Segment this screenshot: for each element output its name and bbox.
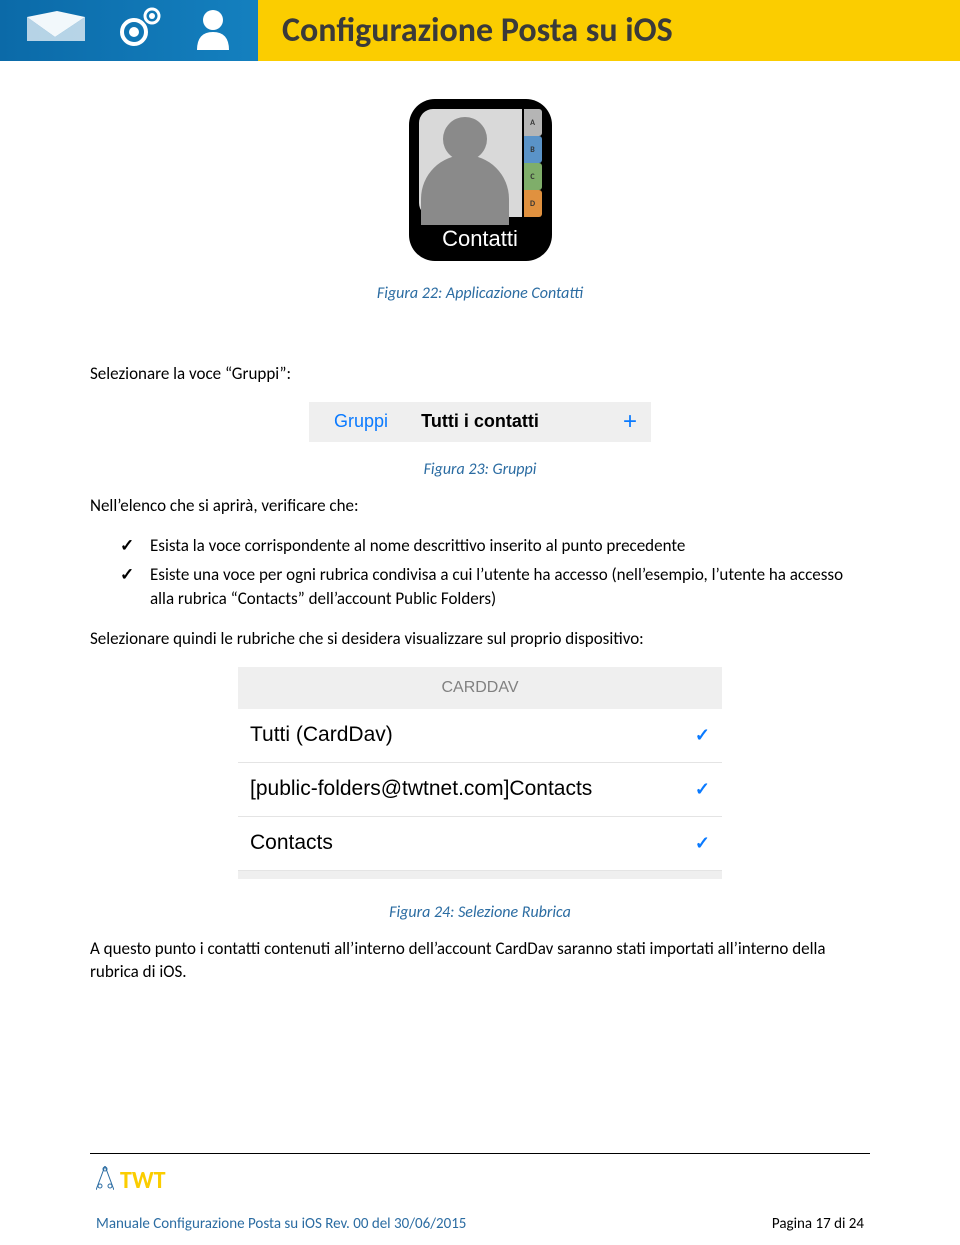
contacts-tab: B: [524, 136, 542, 163]
figure-24: CARDDAV Tutti (CardDav) ✓ [public-folder…: [90, 667, 870, 922]
mail-icon: [25, 9, 87, 52]
checklist-item: Esista la voce corrispondente al nome de…: [120, 534, 870, 559]
carddav-list: CARDDAV Tutti (CardDav) ✓ [public-folder…: [238, 667, 722, 879]
figure-23-caption: Figura 23: Gruppi: [90, 460, 870, 479]
checklist: Esista la voce corrispondente al nome de…: [90, 534, 870, 612]
carddav-row-label: Tutti (CardDav): [250, 723, 393, 747]
header-icon-strip: [0, 0, 258, 61]
carddav-row-label: [public-folders@twtnet.com]Contacts: [250, 777, 592, 801]
logo-icon: [96, 1166, 114, 1195]
check-icon: ✓: [695, 725, 710, 746]
paragraph-3: Selezionare quindi le rubriche che si de…: [90, 628, 870, 651]
footer-brand: TWT: [120, 1166, 166, 1195]
contacts-app-icon: A B C D Contatti: [409, 99, 552, 261]
contacts-tab: C: [524, 163, 542, 190]
check-icon: ✓: [695, 779, 710, 800]
footer-logo: TWT: [90, 1166, 870, 1195]
paragraph-1: Selezionare la voce “Gruppi”:: [90, 363, 870, 386]
carddav-row[interactable]: Contacts ✓: [238, 817, 722, 871]
figure-22-caption: Figura 22: Applicazione Contatti: [90, 284, 870, 303]
footer-divider: [90, 1153, 870, 1154]
paragraph-2: Nell’elenco che si aprirà, verificare ch…: [90, 495, 870, 518]
checklist-item: Esiste una voce per ogni rubrica condivi…: [120, 563, 870, 612]
figure-24-caption: Figura 24: Selezione Rubrica: [90, 903, 870, 922]
add-contact-button[interactable]: +: [623, 408, 637, 436]
paragraph-4: A questo punto i contatti contenuti all’…: [90, 938, 870, 984]
navbar-title: Tutti i contatti: [309, 411, 651, 432]
page-header: Configurazione Posta su iOS: [0, 0, 960, 61]
carddav-section-header: CARDDAV: [238, 667, 722, 709]
ios-navbar: Gruppi Tutti i contatti +: [309, 402, 651, 442]
footer: TWT Manuale Configurazione Posta su iOS …: [90, 1153, 870, 1245]
carddav-row[interactable]: Tutti (CardDav) ✓: [238, 709, 722, 763]
carddav-row[interactable]: [public-folders@twtnet.com]Contacts ✓: [238, 763, 722, 817]
carddav-row-label: Contacts: [250, 831, 333, 855]
footer-doc-line: Manuale Configurazione Posta su iOS Rev.…: [96, 1215, 466, 1233]
contacts-tab: D: [524, 190, 542, 217]
page-title: Configurazione Posta su iOS: [258, 0, 960, 61]
check-icon: ✓: [695, 833, 710, 854]
gear-icon: [116, 6, 164, 55]
content-area: A B C D Contatti Figura 22: Applicazione…: [0, 61, 960, 984]
footer-page-label: Pagina 17 di 24: [772, 1215, 864, 1233]
footer-row: Manuale Configurazione Posta su iOS Rev.…: [90, 1215, 870, 1233]
contacts-app-label: Contatti: [409, 217, 552, 261]
person-icon: [193, 6, 233, 55]
contacts-tab: A: [524, 109, 542, 136]
figure-23: Gruppi Tutti i contatti + Figura 23: Gru…: [90, 402, 870, 479]
figure-22: A B C D Contatti Figura 22: Applicazione…: [90, 99, 870, 303]
